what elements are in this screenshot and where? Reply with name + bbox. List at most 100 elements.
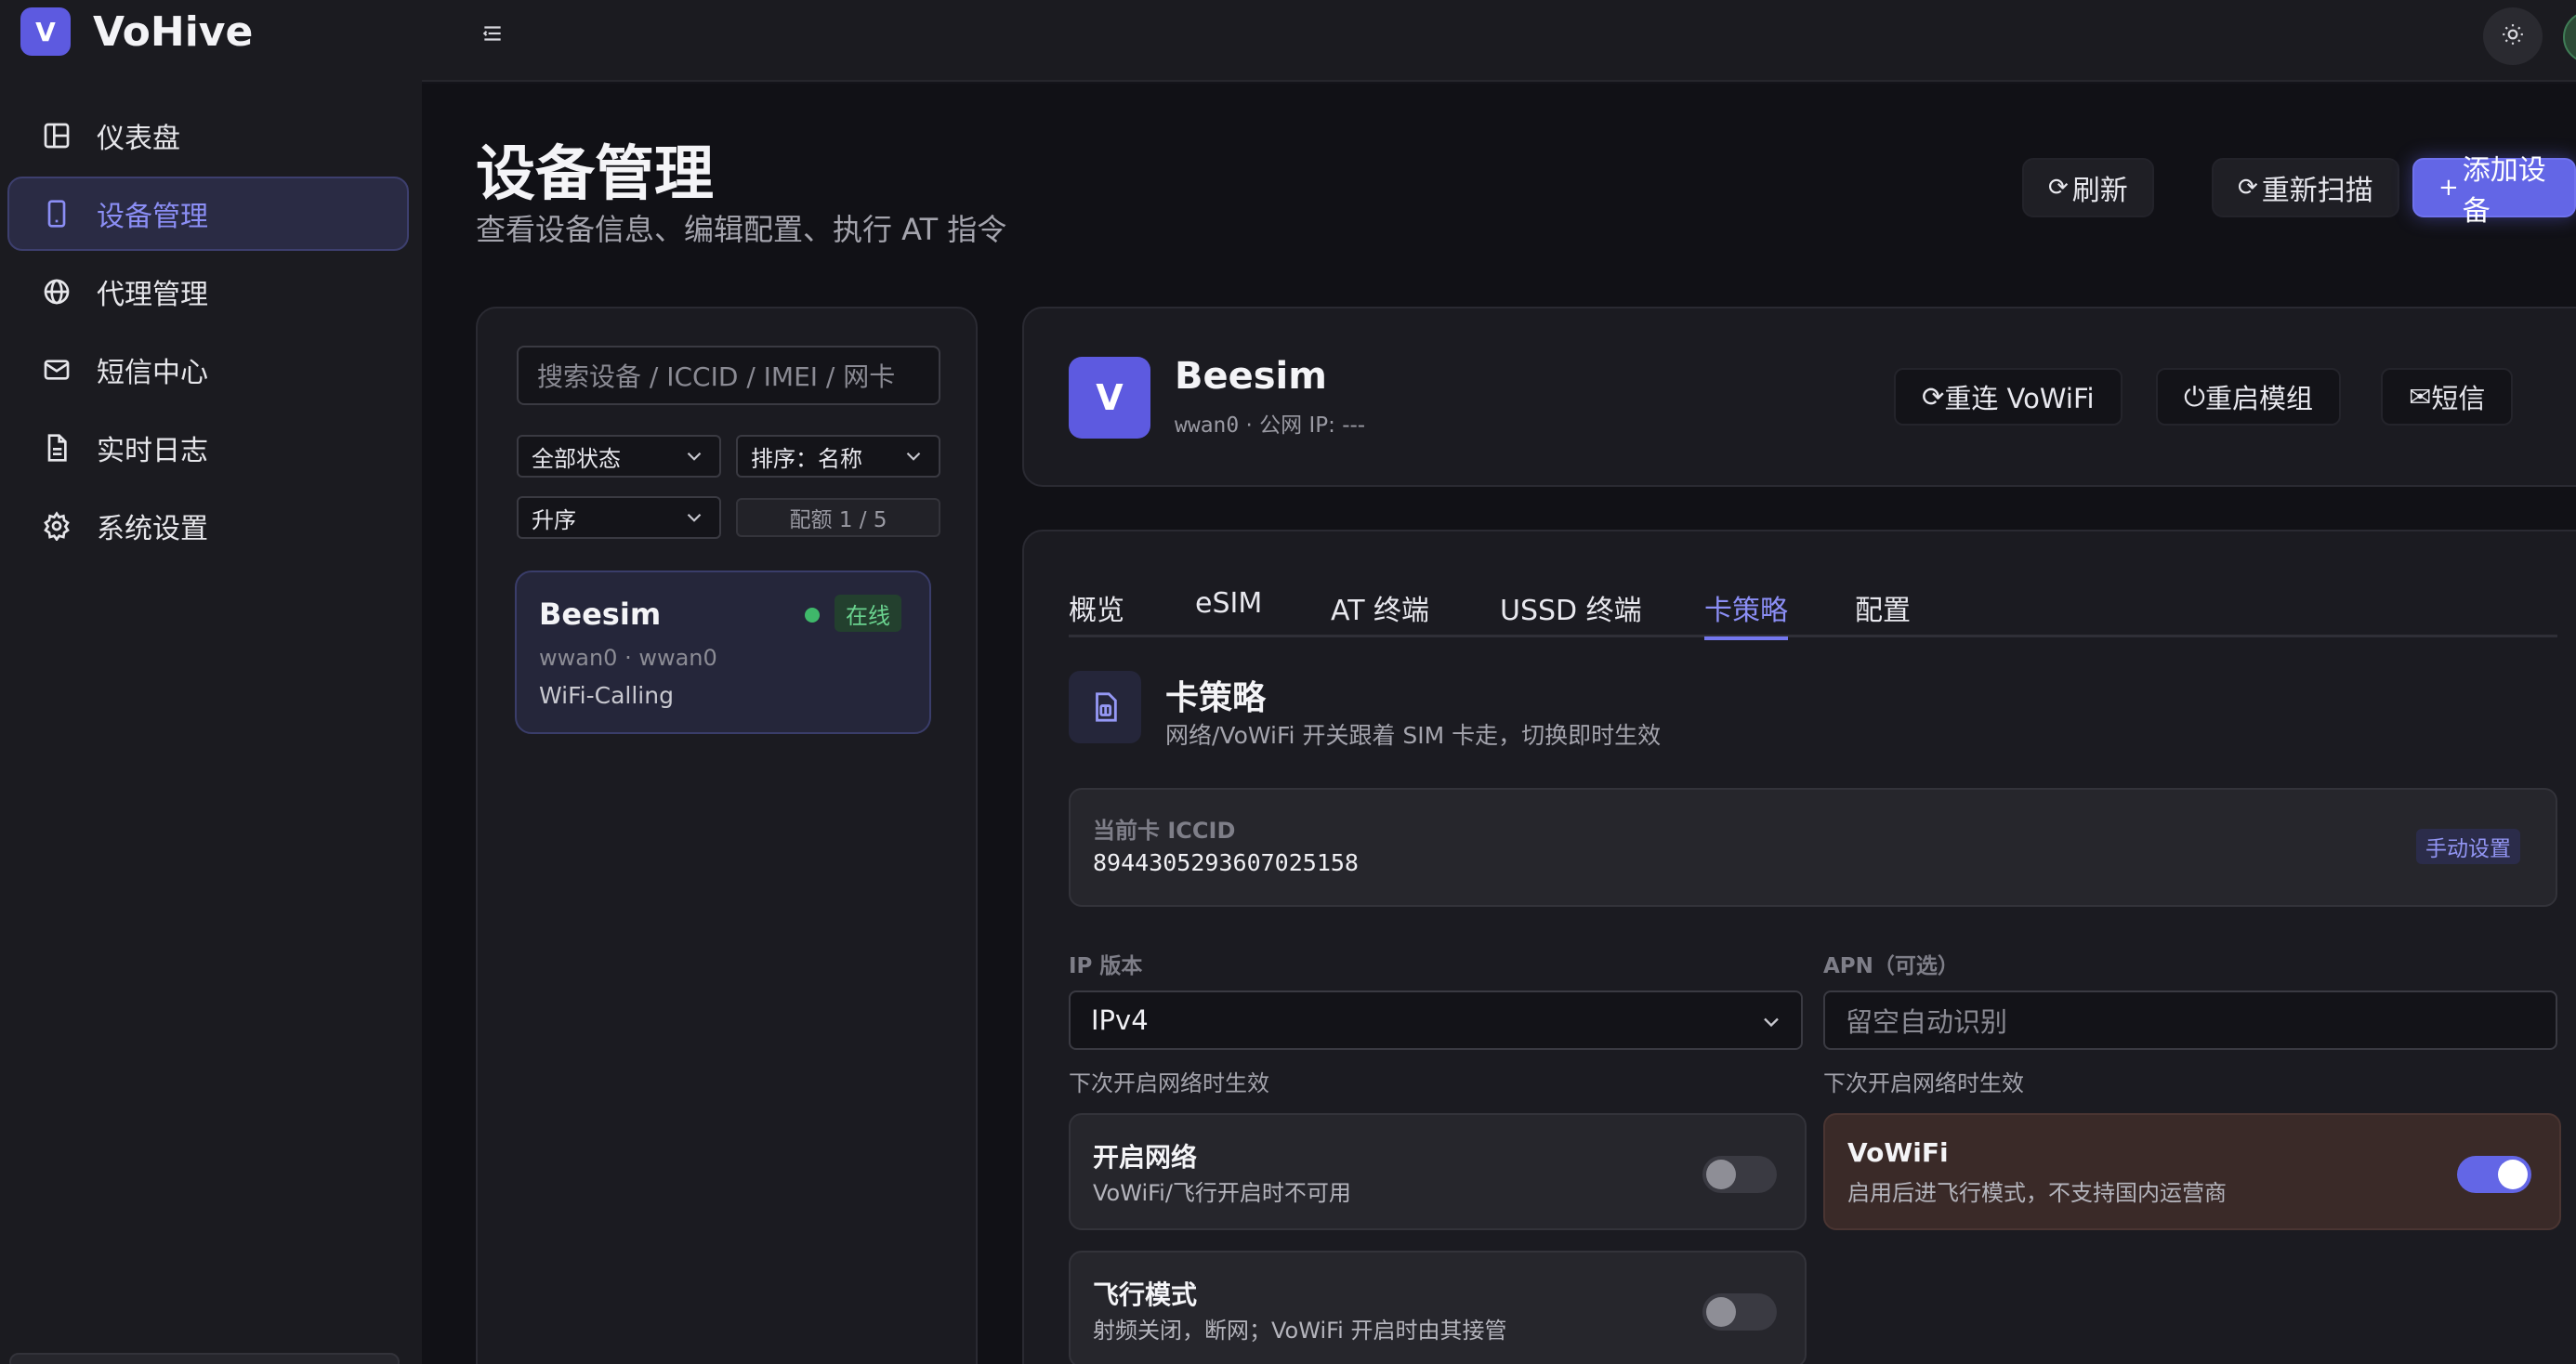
device-card[interactable]: Beesim 在线 wwan0 · wwan0 WiFi-Calling: [515, 571, 931, 734]
apn-hint: 下次开启网络时生效: [1823, 1070, 2024, 1096]
toggle-knob: [1706, 1160, 1736, 1189]
section-subtitle: 网络/VoWiFi 开关跟着 SIM 卡走，切换即时生效: [1165, 722, 1662, 749]
order-select[interactable]: 升序: [517, 496, 721, 539]
toggle-title: 飞行模式: [1093, 1279, 1198, 1310]
device-name: Beesim: [539, 597, 662, 632]
toggle-knob: [1706, 1297, 1736, 1327]
toggle-title: VoWiFi: [1847, 1137, 1949, 1168]
sun-icon: [2501, 22, 2525, 50]
add-device-button[interactable]: + 添加设备: [2412, 154, 2576, 228]
ip-version-select[interactable]: IPv4: [1069, 990, 1803, 1050]
device-subtitle: wwan0 · 公网 IP: ---: [1175, 413, 1366, 438]
reconnect-vowifi-button[interactable]: ⟳ 重连 VoWiFi: [1894, 368, 2123, 426]
mail-icon: [41, 354, 72, 386]
sms-button[interactable]: ✉ 短信: [2381, 368, 2514, 426]
sidebar-item-label: 系统设置: [97, 513, 208, 545]
toggle-title: 开启网络: [1093, 1142, 1198, 1173]
toggle-description: VoWiFi/飞行开启时不可用: [1093, 1180, 1351, 1206]
tab-esim[interactable]: eSIM: [1195, 587, 1262, 637]
page-title: 设备管理: [476, 140, 714, 209]
sidebar-item-devices[interactable]: 设备管理: [7, 177, 409, 251]
status-filter-select[interactable]: 全部状态: [517, 435, 721, 478]
page-subtitle: 查看设备信息、编辑配置、执行 AT 指令: [476, 212, 1007, 247]
airplane-toggle[interactable]: [1702, 1293, 1777, 1331]
theme-toggle-button[interactable]: [2483, 7, 2543, 65]
sidebar-item-label: 短信中心: [97, 357, 208, 389]
sort-select[interactable]: 排序：名称: [736, 435, 940, 478]
brand[interactable]: V VoHive: [20, 7, 253, 56]
apn-input[interactable]: 留空自动识别: [1823, 990, 2557, 1050]
tab-at-terminal[interactable]: AT 终端: [1331, 587, 1429, 637]
phone-icon: [41, 198, 72, 230]
ip-version-label: IP 版本: [1069, 954, 1143, 978]
device-title: Beesim: [1175, 355, 1327, 398]
toggle-knob: [2498, 1160, 2528, 1189]
app-logo: V: [20, 7, 71, 56]
sidebar-footer: [9, 1353, 400, 1364]
tab-overview[interactable]: 概览: [1069, 587, 1124, 637]
refresh-icon: ⟳: [2238, 174, 2258, 202]
status-badge: 在线: [835, 595, 901, 632]
device-type: WiFi-Calling: [539, 682, 674, 709]
sidebar: V VoHive 仪表盘 设备管理 代理管理 短信中心 实时日志 系统设置: [0, 0, 422, 1364]
device-list-panel: 搜索设备 / ICCID / IMEI / 网卡 全部状态 排序：名称 升序 配…: [476, 307, 978, 1364]
iccid-label: 当前卡 ICCID: [1093, 818, 1236, 844]
app-name: VoHive: [93, 7, 254, 56]
tab-config[interactable]: 配置: [1855, 587, 1911, 637]
quota-badge: 配额 1 / 5: [736, 498, 940, 537]
refresh-button[interactable]: ⟳ 刷新: [2022, 158, 2154, 217]
chevron-down-icon: [1758, 1009, 1784, 1035]
iccid-value: 8944305293607025158: [1093, 849, 1359, 876]
sidebar-item-label: 代理管理: [97, 279, 208, 311]
sidebar-item-dashboard[interactable]: 仪表盘: [7, 98, 409, 173]
tab-card-strategy[interactable]: 卡策略: [1704, 587, 1788, 640]
plus-icon: +: [2438, 174, 2459, 202]
network-toggle-card: 开启网络 VoWiFi/飞行开启时不可用: [1069, 1113, 1807, 1230]
mail-icon: ✉: [2409, 381, 2432, 413]
iccid-box: 当前卡 ICCID 8944305293607025158 手动设置: [1069, 788, 2557, 907]
topbar: [422, 0, 2576, 82]
sidebar-nav: 仪表盘 设备管理 代理管理 短信中心 实时日志 系统设置: [7, 98, 409, 567]
online-dot: [805, 608, 820, 623]
sidebar-item-label: 实时日志: [97, 435, 208, 467]
sidebar-item-proxy[interactable]: 代理管理: [7, 255, 409, 329]
tab-ussd-terminal[interactable]: USSD 终端: [1500, 587, 1642, 637]
sidebar-item-settings[interactable]: 系统设置: [7, 489, 409, 563]
menu-toggle-icon[interactable]: [476, 17, 509, 50]
chevron-down-icon: [682, 505, 706, 530]
vowifi-toggle-card: VoWiFi 启用后进飞行模式，不支持国内运营商: [1823, 1113, 2561, 1230]
document-icon: [41, 432, 72, 464]
refresh-icon: ⟳: [1922, 381, 1945, 413]
device-detail-panel: 概览 eSIM AT 终端 USSD 终端 卡策略 配置 卡策略 网络/VoWi…: [1022, 530, 2576, 1364]
sidebar-item-label: 设备管理: [97, 201, 208, 233]
rescan-button[interactable]: ⟳ 重新扫描: [2212, 158, 2399, 217]
gear-icon: [41, 510, 72, 542]
device-header-panel: V Beesim wwan0 · 公网 IP: --- ⟳ 重连 VoWiFi ⏻…: [1022, 307, 2576, 487]
section-title: 卡策略: [1165, 679, 1267, 717]
airplane-toggle-card: 飞行模式 射频关闭，断网；VoWiFi 开启时由其接管: [1069, 1251, 1807, 1364]
main-content: 设备管理 查看设备信息、编辑配置、执行 AT 指令 ⟳ 刷新 ⟳ 重新扫描 + 添加设…: [422, 84, 2576, 1364]
toggle-description: 启用后进飞行模式，不支持国内运营商: [1847, 1180, 2227, 1206]
sidebar-item-label: 仪表盘: [97, 123, 180, 155]
sidebar-item-sms[interactable]: 短信中心: [7, 333, 409, 407]
device-interfaces: wwan0 · wwan0: [539, 645, 717, 671]
chevron-down-icon: [901, 444, 926, 468]
ip-version-hint: 下次开启网络时生效: [1069, 1070, 1269, 1096]
globe-icon: [41, 276, 72, 308]
dashboard-icon: [41, 120, 72, 151]
manual-set-button[interactable]: 手动设置: [2416, 829, 2520, 864]
device-avatar: V: [1069, 357, 1150, 439]
network-toggle[interactable]: [1702, 1156, 1777, 1193]
user-avatar[interactable]: [2563, 11, 2576, 63]
apn-label: APN（可选）: [1823, 954, 1959, 978]
refresh-icon: ⟳: [2048, 174, 2069, 202]
power-icon: ⏻: [2184, 380, 2205, 413]
vowifi-toggle[interactable]: [2457, 1156, 2531, 1193]
toggle-description: 射频关闭，断网；VoWiFi 开启时由其接管: [1093, 1318, 1507, 1344]
chevron-down-icon: [682, 444, 706, 468]
search-input[interactable]: 搜索设备 / ICCID / IMEI / 网卡: [517, 346, 940, 405]
sidebar-item-logs[interactable]: 实时日志: [7, 411, 409, 485]
tab-bar: 概览 eSIM AT 终端 USSD 终端 卡策略 配置: [1069, 587, 2557, 640]
restart-module-button[interactable]: ⏻ 重启模组: [2156, 368, 2341, 426]
sim-card-icon: [1069, 671, 1141, 743]
